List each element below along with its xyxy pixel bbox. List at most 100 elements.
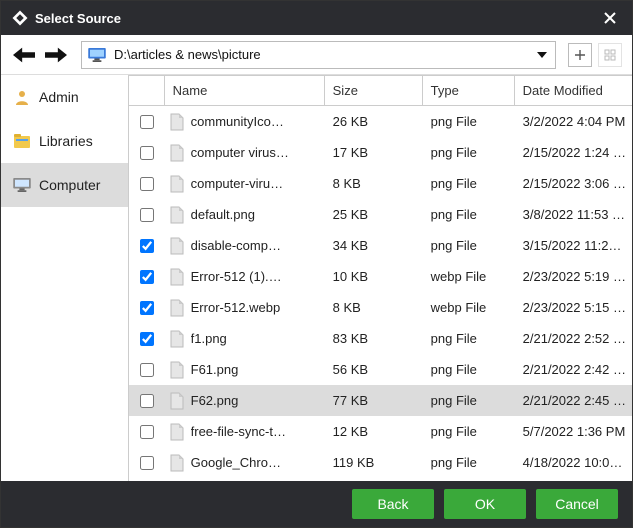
libraries-icon <box>13 132 31 150</box>
file-size: 34 KB <box>325 238 423 253</box>
file-icon <box>169 454 185 472</box>
row-checkbox[interactable] <box>140 115 154 129</box>
table-row[interactable]: F61.png 56 KBpng File2/21/2022 2:42 … <box>129 354 632 385</box>
table-row[interactable]: disable-comp…34 KBpng File3/15/2022 11:2… <box>129 230 632 261</box>
file-size: 8 KB <box>325 300 423 315</box>
table-row[interactable]: Error-512 (1).…10 KBwebp File2/23/2022 5… <box>129 261 632 292</box>
row-checkbox[interactable] <box>140 363 154 377</box>
table-row[interactable]: communityIco…26 KBpng File3/2/2022 4:04 … <box>129 106 632 137</box>
computer-icon <box>13 176 31 194</box>
file-icon <box>169 423 185 441</box>
file-type: png File <box>423 362 515 377</box>
sidebar: Admin Libraries Computer <box>1 75 128 481</box>
body: Admin Libraries Computer Name Size <box>1 75 632 481</box>
table-row[interactable]: f1.png83 KBpng File2/21/2022 2:52 … <box>129 323 632 354</box>
file-icon <box>169 299 185 317</box>
file-date: 2/21/2022 2:52 … <box>515 331 632 346</box>
sidebar-item-computer[interactable]: Computer <box>1 163 128 207</box>
col-header-date[interactable]: Date Modified <box>515 76 632 105</box>
file-name: communityIco… <box>191 114 284 129</box>
nav-back-button[interactable] <box>11 42 37 68</box>
sidebar-item-label: Libraries <box>39 133 93 149</box>
row-checkbox[interactable] <box>140 394 154 408</box>
table-row[interactable]: free-file-sync-t… 12 KBpng File5/7/2022 1… <box>129 416 632 447</box>
col-header-name[interactable]: Name <box>165 76 325 105</box>
col-header-checkbox[interactable] <box>129 76 165 105</box>
table-row[interactable]: Google_Chro… 119 KBpng File4/18/2022 10:0… <box>129 447 632 478</box>
file-icon <box>169 175 185 193</box>
new-folder-button[interactable] <box>568 43 592 67</box>
row-checkbox[interactable] <box>140 425 154 439</box>
file-date: 3/2/2022 4:04 PM <box>515 114 632 129</box>
path-text: D:\articles & news\picture <box>114 47 535 62</box>
file-type: png File <box>423 424 515 439</box>
file-size: 56 KB <box>325 362 423 377</box>
table-row[interactable]: F62.png77 KBpng File2/21/2022 2:45 … <box>129 385 632 416</box>
table-row[interactable]: default.png25 KBpng File3/8/2022 11:53 … <box>129 199 632 230</box>
file-date: 5/7/2022 1:36 PM <box>515 424 632 439</box>
view-options-button[interactable] <box>598 43 622 67</box>
sidebar-item-label: Admin <box>39 89 79 105</box>
table-row[interactable]: Error-512.webp 8 KBwebp File2/23/2022 5:1… <box>129 292 632 323</box>
file-size: 12 KB <box>325 424 423 439</box>
file-date: 2/23/2022 5:15 … <box>515 300 632 315</box>
file-size: 8 KB <box>325 176 423 191</box>
table-row[interactable]: computer-viru…8 KBpng File2/15/2022 3:06… <box>129 168 632 199</box>
file-list-panel: Name Size Type Date Modified communityIc… <box>128 75 632 481</box>
file-date: 2/23/2022 5:19 … <box>515 269 632 284</box>
table-row[interactable]: computer virus…17 KBpng File2/15/2022 1:… <box>129 137 632 168</box>
file-size: 10 KB <box>325 269 423 284</box>
file-name: free-file-sync-t… <box>191 424 286 439</box>
file-size: 25 KB <box>325 207 423 222</box>
row-checkbox[interactable] <box>140 239 154 253</box>
column-headers: Name Size Type Date Modified <box>129 76 632 106</box>
file-rows[interactable]: communityIco…26 KBpng File3/2/2022 4:04 … <box>129 106 632 481</box>
file-icon <box>169 206 185 224</box>
cancel-button[interactable]: Cancel <box>536 489 618 519</box>
sidebar-item-admin[interactable]: Admin <box>1 75 128 119</box>
file-name: computer-viru… <box>191 176 283 191</box>
select-source-window: Select Source D:\articles & news\picture <box>0 0 633 528</box>
file-size: 17 KB <box>325 145 423 160</box>
col-header-type[interactable]: Type <box>423 76 515 105</box>
file-name: F61.png <box>191 362 239 377</box>
file-size: 77 KB <box>325 393 423 408</box>
file-name: Error-512 (1).… <box>191 269 282 284</box>
file-date: 4/18/2022 10:0… <box>515 455 632 470</box>
file-date: 2/21/2022 2:45 … <box>515 393 632 408</box>
file-name: F62.png <box>191 393 239 408</box>
row-checkbox[interactable] <box>140 146 154 160</box>
file-icon <box>169 268 185 286</box>
path-dropdown-icon[interactable] <box>535 48 549 62</box>
back-button[interactable]: Back <box>352 489 434 519</box>
file-icon <box>169 237 185 255</box>
sidebar-item-label: Computer <box>39 177 100 193</box>
file-date: 2/15/2022 1:24 … <box>515 145 632 160</box>
file-type: png File <box>423 207 515 222</box>
row-checkbox[interactable] <box>140 270 154 284</box>
ok-button[interactable]: OK <box>444 489 526 519</box>
footer-bar: Back OK Cancel <box>1 481 632 527</box>
nav-forward-button[interactable] <box>43 42 69 68</box>
file-icon <box>169 330 185 348</box>
row-checkbox[interactable] <box>140 301 154 315</box>
row-checkbox[interactable] <box>140 208 154 222</box>
row-checkbox[interactable] <box>140 456 154 470</box>
file-type: png File <box>423 455 515 470</box>
file-type: png File <box>423 331 515 346</box>
file-date: 2/21/2022 2:42 … <box>515 362 632 377</box>
title-bar: Select Source <box>1 1 632 35</box>
file-icon <box>169 392 185 410</box>
file-type: webp File <box>423 300 515 315</box>
row-checkbox[interactable] <box>140 332 154 346</box>
sidebar-item-libraries[interactable]: Libraries <box>1 119 128 163</box>
file-name: Google_Chro… <box>191 455 281 470</box>
file-name: f1.png <box>191 331 227 346</box>
col-header-size[interactable]: Size <box>325 76 423 105</box>
file-name: computer virus… <box>191 145 289 160</box>
row-checkbox[interactable] <box>140 177 154 191</box>
path-combobox[interactable]: D:\articles & news\picture <box>81 41 556 69</box>
file-name: Error-512.webp <box>191 300 281 315</box>
close-button[interactable] <box>594 2 626 34</box>
file-size: 119 KB <box>325 455 423 470</box>
